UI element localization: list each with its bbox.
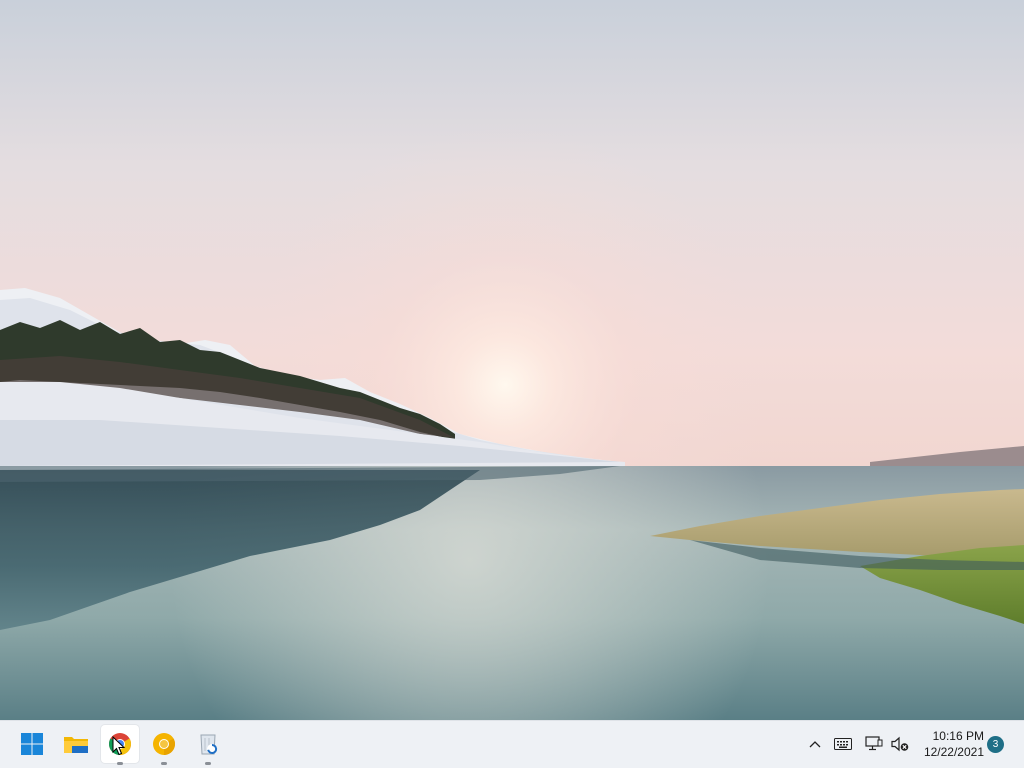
volume-muted-icon <box>891 736 909 752</box>
notification-count-badge[interactable]: 3 <box>987 736 1004 753</box>
network-icon <box>865 736 883 751</box>
taskbar-recycle-bin[interactable] <box>189 725 227 765</box>
running-indicator <box>117 762 123 765</box>
input-indicator[interactable] <box>831 731 855 757</box>
start-button[interactable] <box>13 725 51 763</box>
taskbar-chrome-canary[interactable] <box>145 725 183 765</box>
desktop-wallpaper <box>0 0 1024 720</box>
keyboard-icon <box>834 738 852 750</box>
chrome-canary-icon <box>153 733 175 755</box>
chrome-icon <box>109 733 131 755</box>
windows-start-icon <box>21 733 43 755</box>
clock-date: 12/22/2021 <box>923 745 984 759</box>
taskbar-file-explorer[interactable] <box>57 725 95 763</box>
recycle-bin-icon <box>200 734 218 755</box>
clock[interactable]: 10:16 PM 12/22/2021 <box>918 728 984 760</box>
lake-sunrise-wallpaper <box>0 0 1024 720</box>
taskbar-chrome[interactable] <box>101 725 139 765</box>
network-status[interactable] <box>862 731 886 757</box>
chevron-up-icon <box>809 741 821 748</box>
clock-time: 10:16 PM <box>932 729 984 743</box>
taskbar: 10:16 PM 12/22/2021 3 <box>0 720 1024 768</box>
file-explorer-icon <box>64 737 88 753</box>
running-indicator <box>205 762 211 765</box>
volume-control[interactable] <box>888 731 912 757</box>
running-indicator <box>161 762 167 765</box>
show-hidden-icons-button[interactable] <box>803 731 827 757</box>
